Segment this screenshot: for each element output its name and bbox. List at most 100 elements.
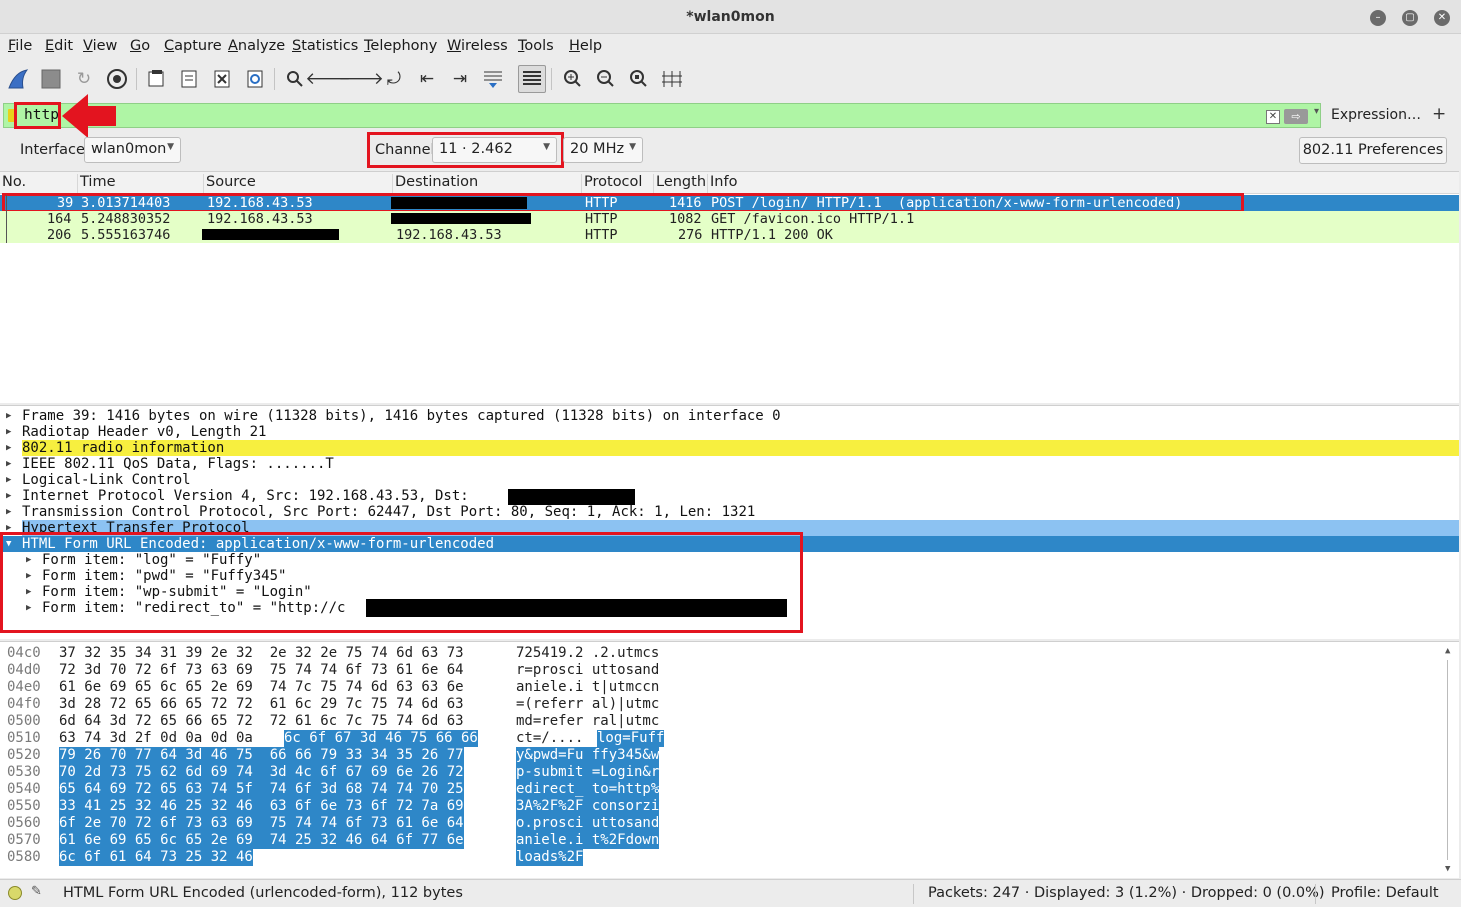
wireless-preferences-button[interactable]: 802.11 Preferences xyxy=(1299,137,1447,164)
close-icon[interactable]: ✕ xyxy=(1434,10,1450,26)
open-file-icon[interactable] xyxy=(142,65,170,93)
title-bar: *wlan0mon – ▢ ✕ xyxy=(0,0,1461,34)
tree-item-radiotap[interactable]: ▶ Radiotap Header v0, Length 21 xyxy=(0,424,1459,440)
bytes-row: 04f0 3d 28 72 65 66 65 72 72 61 6c 29 7c … xyxy=(7,696,660,712)
menu-wireless[interactable]: Wireless xyxy=(447,38,508,54)
packet-row[interactable]: 164 5.248830352 192.168.43.53 HTTP 1082 … xyxy=(0,211,1459,227)
display-filter-bar: http ✕ ⇨ ▾ Expression… + xyxy=(0,94,1461,138)
filter-history-chevron-icon[interactable]: ▾ xyxy=(1314,106,1319,117)
annotation-box-filter xyxy=(14,102,61,129)
bytes-row: 0560 6f 2e 70 72 6f 73 63 69 75 74 74 6f … xyxy=(7,815,660,832)
bytes-row: 0500 6d 64 3d 72 65 66 65 72 72 61 6c 7c … xyxy=(7,713,660,729)
resize-columns-icon[interactable] xyxy=(658,65,686,93)
bytes-row: 0580 6c 6f 61 64 73 25 32 46 loads%2F xyxy=(7,849,584,866)
status-field-info: HTML Form URL Encoded (urlencoded-form),… xyxy=(63,885,463,901)
interface-select[interactable]: wlan0mon ▼ xyxy=(84,137,181,163)
menu-statistics[interactable]: Statistics xyxy=(292,38,358,54)
packet-details: ▶ Frame 39: 1416 bytes on wire (11328 bit… xyxy=(0,405,1459,639)
apply-filter-icon[interactable]: ⇨ xyxy=(1284,109,1308,124)
status-bar: ✎ HTML Form URL Encoded (urlencoded-form… xyxy=(0,879,1461,907)
channel-width-select[interactable]: 20 MHz ▼ xyxy=(563,137,643,163)
shark-fin-start-icon[interactable] xyxy=(5,65,33,93)
restart-capture-icon[interactable]: ↻ xyxy=(70,65,98,93)
tree-item-frame[interactable]: ▶ Frame 39: 1416 bytes on wire (11328 bit… xyxy=(0,408,1459,424)
tree-item-radio-info[interactable]: ▶ 802.11 radio information xyxy=(0,440,1459,456)
bytes-row: 0540 65 64 69 72 65 63 74 5f 74 6f 3d 68 … xyxy=(7,781,660,798)
col-destination[interactable]: Destination xyxy=(392,174,478,194)
status-packets: Packets: 247 · Displayed: 3 (1.2%) · Dro… xyxy=(928,885,1325,901)
menu-edit[interactable]: Edit xyxy=(45,38,73,54)
bytes-row: 0570 61 6e 69 65 6c 65 2e 69 74 25 32 46 … xyxy=(7,832,660,849)
interface-label: Interface xyxy=(20,142,85,158)
bytes-row: 04d0 72 3d 70 72 6f 73 63 69 75 74 74 6f … xyxy=(7,662,660,678)
bytes-row: 0530 70 2d 73 75 62 6d 69 74 3d 4c 6f 67 … xyxy=(7,764,660,781)
packet-bytes: 04c0 37 32 35 34 31 39 2e 32 2e 32 2e 75 … xyxy=(0,641,1459,878)
scroll-up-icon: ▲ xyxy=(1445,646,1451,656)
col-protocol[interactable]: Protocol xyxy=(581,174,642,194)
reload-file-icon[interactable] xyxy=(241,65,269,93)
minimize-icon[interactable]: – xyxy=(1370,10,1386,26)
chevron-down-icon: ▼ xyxy=(167,142,174,152)
bytes-row: 0510 63 74 3d 2f 0d 0a 0d 0a 6c 6f 67 3d … xyxy=(7,730,665,747)
go-first-icon[interactable]: ⇤ xyxy=(413,65,441,93)
capture-options-gear-icon[interactable] xyxy=(103,65,131,93)
conversation-line xyxy=(6,195,7,243)
status-profile[interactable]: Profile: Default xyxy=(1331,885,1439,901)
bytes-row: 0550 33 41 25 32 46 25 32 46 63 6f 6e 73 … xyxy=(7,798,660,815)
annotation-box-packet xyxy=(2,193,1244,213)
tree-item-ieee80211[interactable]: ▶ IEEE 802.11 QoS Data, Flags: .......T xyxy=(0,456,1459,472)
add-filter-button[interactable]: + xyxy=(1432,104,1446,124)
tree-item-ipv4[interactable]: ▶ Internet Protocol Version 4, Src: 192.1… xyxy=(0,488,1459,505)
menu-capture[interactable]: Capture xyxy=(164,38,222,54)
go-forward-icon[interactable]: 🡒 xyxy=(338,65,384,93)
redacted-block xyxy=(202,229,339,240)
zoom-in-icon[interactable] xyxy=(559,65,587,93)
col-source[interactable]: Source xyxy=(203,174,256,194)
menu-bar: File Edit View Go Capture Analyze Statis… xyxy=(0,34,1461,60)
maximize-icon[interactable]: ▢ xyxy=(1402,10,1418,26)
bytes-row: 04c0 37 32 35 34 31 39 2e 32 2e 32 2e 75 … xyxy=(7,645,660,661)
go-to-packet-icon[interactable]: ⤾ xyxy=(380,65,408,93)
menu-file[interactable]: File xyxy=(8,38,32,54)
tree-item-llc[interactable]: ▶ Logical-Link Control xyxy=(0,472,1459,488)
menu-analyze[interactable]: Analyze xyxy=(228,38,285,54)
chevron-down-icon: ▼ xyxy=(629,142,636,152)
close-file-icon[interactable] xyxy=(208,65,236,93)
bytes-row: 0520 79 26 70 77 64 3d 46 75 66 66 79 33 … xyxy=(7,747,660,764)
packet-row[interactable]: 206 5.555163746 192.168.43.53 HTTP 276 H… xyxy=(0,227,1459,243)
col-no[interactable]: No. xyxy=(0,174,26,194)
redacted-block xyxy=(508,489,635,505)
packet-list-header: No. Time Source Destination Protocol Len… xyxy=(0,172,1459,194)
menu-telephony[interactable]: Telephony xyxy=(364,38,437,54)
clear-filter-icon[interactable]: ✕ xyxy=(1266,110,1280,124)
bytes-scrollbar[interactable]: ▲ ▼ xyxy=(1445,646,1457,874)
menu-help[interactable]: Help xyxy=(569,38,602,54)
zoom-normal-icon[interactable] xyxy=(625,65,653,93)
annotation-box-channel xyxy=(367,132,564,168)
zoom-out-icon[interactable] xyxy=(592,65,620,93)
expert-info-led-icon[interactable] xyxy=(8,886,22,900)
packet-list: No. Time Source Destination Protocol Len… xyxy=(0,171,1459,403)
bytes-row: 04e0 61 6e 69 65 6c 65 2e 69 74 7c 75 74 … xyxy=(7,679,660,695)
main-toolbar: ↻ 🡐 🡒 ⤾ ⇤ ⇥ xyxy=(0,60,1461,98)
go-last-icon[interactable]: ⇥ xyxy=(446,65,474,93)
col-info[interactable]: Info xyxy=(707,174,737,194)
scroll-down-icon: ▼ xyxy=(1445,864,1451,874)
menu-go[interactable]: Go xyxy=(130,38,150,54)
save-file-icon[interactable] xyxy=(175,65,203,93)
annotation-box-form xyxy=(0,532,803,633)
tree-item-tcp[interactable]: ▶ Transmission Control Protocol, Src Port… xyxy=(0,504,1459,520)
window-title: *wlan0mon xyxy=(686,9,775,25)
autoscroll-icon[interactable] xyxy=(479,65,507,93)
col-time[interactable]: Time xyxy=(77,174,116,194)
expression-button[interactable]: Expression… xyxy=(1331,107,1421,123)
capture-comment-icon[interactable]: ✎ xyxy=(31,884,42,899)
menu-view[interactable]: View xyxy=(83,38,117,54)
colorize-icon[interactable] xyxy=(518,65,546,93)
redacted-block xyxy=(391,213,531,224)
col-length[interactable]: Length xyxy=(653,174,706,194)
wireless-toolbar: Interface wlan0mon ▼ Channel 11 · 2.462 ▼ … xyxy=(0,132,1461,169)
display-filter-input[interactable]: http ✕ ⇨ ▾ xyxy=(3,103,1321,128)
menu-tools[interactable]: Tools xyxy=(518,38,554,54)
stop-square-icon[interactable] xyxy=(37,65,65,93)
